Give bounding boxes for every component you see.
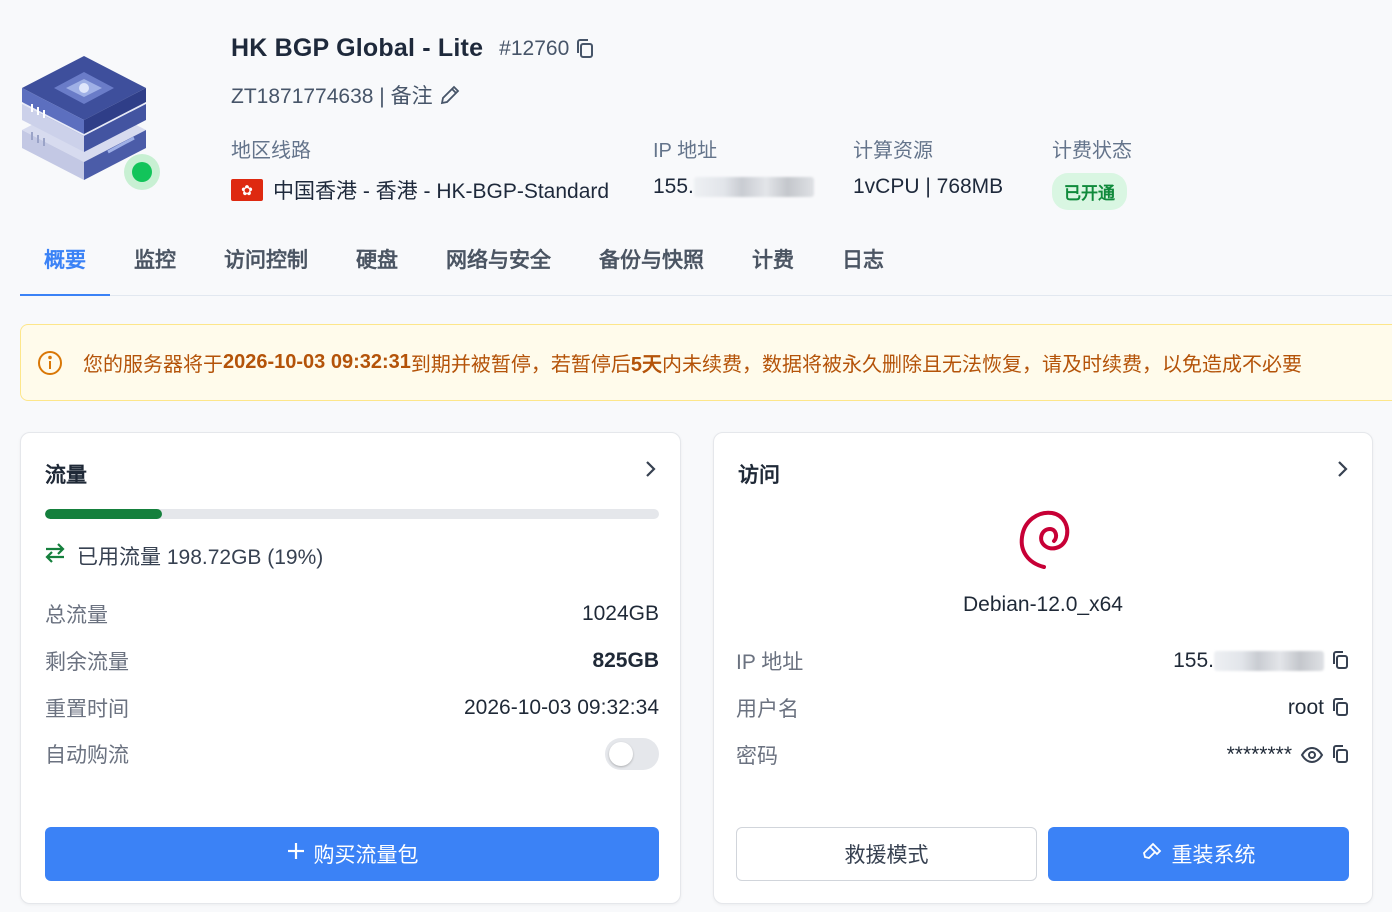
access-ip-row: IP 地址 155. — [736, 646, 1350, 676]
access-card: 访问 Debian-12.0_x64 IP 地址 155. 用户名 root 密… — [713, 432, 1373, 904]
tab-access-control[interactable]: 访问控制 — [200, 236, 332, 296]
chevron-right-icon[interactable] — [644, 459, 658, 479]
copy-icon[interactable] — [1332, 745, 1350, 765]
access-ip-value: 155. — [1173, 649, 1214, 672]
rescue-mode-button[interactable]: 救援模式 — [736, 827, 1037, 881]
compute-label: 计算资源 — [853, 140, 933, 162]
tab-bar: 概要 监控 访问控制 硬盘 网络与安全 备份与快照 计费 日志 — [20, 236, 1392, 296]
rescue-mode-label: 救援模式 — [844, 844, 929, 867]
server-info: 地区线路 ✿ 中国香港 - 香港 - HK-BGP-Standard IP 地址… — [231, 134, 1231, 210]
debian-logo-icon — [1014, 507, 1074, 578]
order-number: ZT1871774638 | 备注 — [231, 85, 433, 108]
billing-label: 计费状态 — [1052, 140, 1132, 162]
ip-label: IP 地址 — [653, 140, 718, 162]
tab-billing[interactable]: 计费 — [728, 236, 818, 296]
traffic-progress-fill — [45, 509, 162, 519]
buy-traffic-label: 购买流量包 — [313, 844, 419, 867]
expiry-alert: 您的服务器将于 2026-10-03 09:32:31 到期并被暂停，若暂停后 … — [20, 324, 1392, 401]
username-label: 用户名 — [736, 698, 799, 721]
access-ip-label: IP 地址 — [736, 651, 804, 674]
total-traffic-row: 总流量 1024GB — [45, 599, 659, 629]
remaining-traffic-row: 剩余流量 825GB — [45, 646, 659, 676]
reset-time-label: 重置时间 — [45, 698, 129, 721]
traffic-card-title: 流量 — [45, 464, 87, 487]
tab-backup-snapshot[interactable]: 备份与快照 — [575, 236, 728, 296]
buy-traffic-button[interactable]: 购买流量包 — [45, 827, 659, 881]
transfer-icon — [43, 542, 67, 570]
compute-value: 1vCPU | 768MB — [853, 175, 1004, 198]
hk-flag-icon: ✿ — [231, 179, 263, 201]
plus-icon — [286, 841, 306, 867]
username-row: 用户名 root — [736, 693, 1350, 723]
alert-date: 2026-10-03 09:32:31 — [223, 351, 411, 373]
info-icon — [37, 350, 63, 376]
copy-icon[interactable] — [575, 38, 595, 60]
remaining-traffic-label: 剩余流量 — [45, 651, 129, 674]
password-row: 密码 ******** — [736, 740, 1350, 770]
reinstall-system-button[interactable]: 重装系统 — [1048, 827, 1349, 881]
password-value: ******** — [1226, 743, 1292, 766]
hammer-icon — [1142, 840, 1164, 868]
chevron-right-icon[interactable] — [1336, 459, 1350, 479]
remaining-traffic-value: 825GB — [592, 649, 659, 672]
server-id: #12760 — [499, 36, 570, 60]
total-traffic-label: 总流量 — [45, 604, 108, 627]
reinstall-system-label: 重装系统 — [1171, 844, 1256, 867]
auto-buy-label: 自动购流 — [45, 744, 129, 767]
auto-buy-row: 自动购流 — [45, 738, 659, 770]
alert-suffix: 内未续费，数据将被永久删除且无法恢复，请及时续费，以免造成不必要 — [662, 354, 1303, 376]
online-status-icon — [124, 154, 160, 190]
auto-buy-toggle[interactable] — [605, 738, 659, 770]
tab-disk[interactable]: 硬盘 — [332, 236, 422, 296]
username-value: root — [1287, 696, 1324, 719]
ip-value: 155. — [653, 175, 694, 198]
password-label: 密码 — [736, 745, 778, 768]
os-name: Debian-12.0_x64 — [963, 593, 1123, 616]
alert-days: 5天 — [630, 354, 663, 376]
tab-monitoring[interactable]: 监控 — [110, 236, 200, 296]
access-card-title: 访问 — [738, 464, 780, 487]
access-ip-redacted — [1214, 651, 1324, 671]
region-label: 地区线路 — [231, 140, 311, 162]
copy-icon[interactable] — [1332, 651, 1350, 671]
region-value: 中国香港 - 香港 - HK-BGP-Standard — [273, 180, 610, 203]
total-traffic-value: 1024GB — [581, 602, 659, 625]
alert-middle: 到期并被暂停，若暂停后 — [410, 354, 631, 376]
traffic-card: 流量 已用流量 198.72GB (19%) 总流量 1024GB 剩余流量 8… — [20, 432, 681, 904]
alert-prefix: 您的服务器将于 — [83, 354, 223, 376]
reset-time-value: 2026-10-03 09:32:34 — [464, 696, 659, 719]
tab-network-security[interactable]: 网络与安全 — [422, 236, 575, 296]
billing-status-badge: 已开通 — [1052, 173, 1127, 210]
reset-time-row: 重置时间 2026-10-03 09:32:34 — [45, 693, 659, 723]
tab-logs[interactable]: 日志 — [818, 236, 908, 296]
server-title: HK BGP Global - Lite — [231, 34, 484, 62]
ip-redacted — [693, 177, 814, 197]
edit-note-icon[interactable] — [439, 84, 461, 106]
copy-icon[interactable] — [1332, 698, 1350, 718]
used-traffic-text: 已用流量 198.72GB (19%) — [77, 546, 324, 569]
tab-overview[interactable]: 概要 — [20, 236, 110, 296]
traffic-progress-bar — [45, 509, 659, 519]
eye-icon[interactable] — [1300, 745, 1324, 765]
